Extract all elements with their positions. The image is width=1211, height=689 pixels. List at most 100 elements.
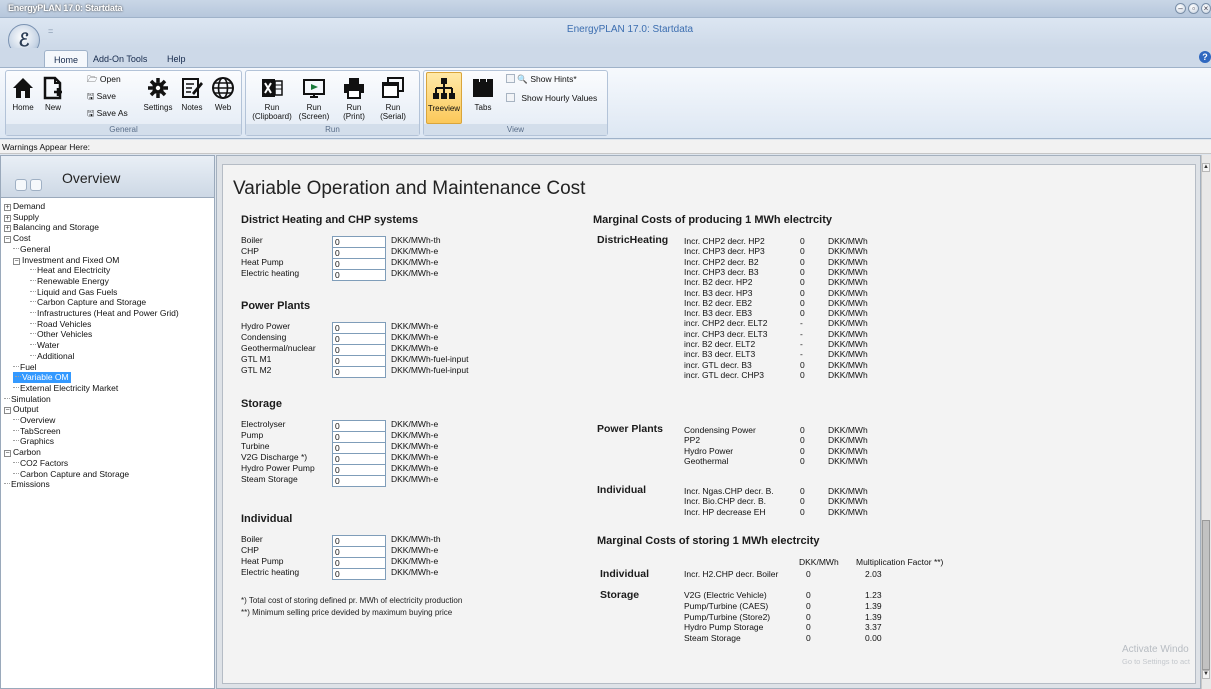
run-screen-button[interactable]: Run (Screen) <box>297 75 331 121</box>
value-input[interactable]: 0 <box>332 475 386 487</box>
activate-windows-subtext: Go to Settings to act <box>1122 657 1190 666</box>
tree-item[interactable]: − Investment and Fixed OM <box>13 255 119 266</box>
tree-item[interactable]: General <box>13 244 50 255</box>
marginal-store-heading: Marginal Costs of storing 1 MWh electrci… <box>597 535 820 547</box>
tree-item[interactable]: Liquid and Gas Fuels <box>30 287 117 298</box>
minimize-button[interactable]: – <box>1175 3 1186 14</box>
tree-item[interactable]: Simulation <box>4 394 51 405</box>
save-button[interactable]: 🖫 Save <box>87 91 116 105</box>
tree-item[interactable]: − Cost <box>4 233 30 244</box>
tree-connector <box>4 397 10 399</box>
tree-item[interactable]: Other Vehicles <box>30 329 92 340</box>
save-as-disk-icon: 🖫 <box>87 108 95 118</box>
store-row-value: 0 <box>806 633 811 644</box>
tree-item-label: Infrastructures (Heat and Power Grid) <box>37 308 179 318</box>
tree-item[interactable]: Graphics <box>13 436 54 447</box>
tree-item[interactable]: External Electricity Market <box>13 383 118 394</box>
tree-item[interactable]: Carbon Capture and Storage <box>30 297 146 308</box>
quick-access-customize[interactable]: = <box>48 26 53 36</box>
marginal-row-unit: DKK/MWh <box>828 287 868 298</box>
web-label: Web <box>214 103 232 112</box>
save-as-button[interactable]: 🖫 Save As <box>87 108 128 122</box>
value-input[interactable]: 0 <box>332 366 386 378</box>
tree-item[interactable]: Additional <box>30 351 74 362</box>
run-clipboard-button[interactable]: Run (Clipboard) <box>252 75 292 121</box>
tab-home[interactable]: Home <box>44 50 89 68</box>
help-icon[interactable]: ? <box>1199 51 1211 63</box>
tree-item[interactable]: + Demand <box>4 201 45 212</box>
tree-item[interactable]: Renewable Energy <box>30 276 109 287</box>
marginal-row-label: Incr. HP decrease EH <box>684 506 766 517</box>
treeview-icon <box>433 78 455 99</box>
tree-item[interactable]: Overview <box>13 415 55 426</box>
tree-item[interactable]: TabScreen <box>13 426 61 437</box>
settings-label: Settings <box>143 103 173 112</box>
value-input[interactable]: 0 <box>332 269 386 281</box>
marginal-row-value: 0 <box>800 246 805 257</box>
tabs-button[interactable]: Tabs <box>468 75 498 112</box>
tree-item[interactable]: − Output <box>4 404 39 415</box>
store-section-title: Individual <box>600 568 650 580</box>
serial-windows-icon <box>382 77 404 98</box>
home-button[interactable]: Home <box>10 75 36 112</box>
show-hourly-checkbox[interactable]: Show Hourly Values <box>506 93 597 103</box>
scroll-up-arrow-icon[interactable]: ▲ <box>1202 163 1210 172</box>
marginal-row-unit: DKK/MWh <box>828 236 868 246</box>
collapse-minus-icon[interactable]: − <box>4 450 11 458</box>
expand-plus-icon[interactable]: + <box>4 214 11 222</box>
value-input[interactable]: 0 <box>332 568 386 580</box>
tree-item[interactable]: Heat and Electricity <box>30 265 110 276</box>
collapse-minus-icon[interactable]: − <box>4 407 11 415</box>
tree-item[interactable]: + Balancing and Storage <box>4 222 99 233</box>
tree-item-label: Investment and Fixed OM <box>22 254 120 265</box>
close-button[interactable]: × <box>1201 3 1211 14</box>
web-button[interactable]: Web <box>210 75 236 112</box>
scrollbar-thumb[interactable] <box>1202 520 1210 670</box>
tree-item[interactable]: Fuel <box>13 362 37 373</box>
restore-button[interactable]: ▫ <box>1188 3 1199 14</box>
new-button[interactable]: New <box>40 75 66 112</box>
section-heading-st: Storage <box>241 398 282 410</box>
scroll-down-arrow-icon[interactable]: ▼ <box>1202 670 1210 679</box>
settings-button[interactable]: Settings <box>141 75 175 112</box>
field-label: Heat Pump <box>241 556 284 566</box>
open-button[interactable]: 🗁 Open <box>87 74 121 88</box>
home-icon <box>13 78 33 98</box>
run-print-button[interactable]: Run (Print) <box>338 75 370 121</box>
tree-item[interactable]: Variable OM <box>13 372 71 384</box>
tree-item[interactable]: Water <box>30 340 59 351</box>
treeview-button[interactable]: Treeview <box>426 72 462 124</box>
show-hints-checkbox[interactable]: 🔍 Show Hints* <box>506 74 577 85</box>
tree-item[interactable]: CO2 Factors <box>13 458 68 469</box>
tree-item[interactable]: − Carbon <box>4 447 41 458</box>
tree-item[interactable]: Carbon Capture and Storage <box>13 469 129 480</box>
expand-plus-icon[interactable]: + <box>4 204 11 211</box>
tree-item[interactable]: Emissions <box>4 479 50 490</box>
overview-expand-button[interactable] <box>30 179 42 191</box>
expand-plus-icon[interactable]: + <box>4 225 11 233</box>
store-row-label: Hydro Pump Storage <box>684 622 764 633</box>
store-row-label: Pump/Turbine (Store2) <box>684 611 771 622</box>
collapse-minus-icon[interactable]: − <box>13 257 20 265</box>
tree-item-label: Graphics <box>20 436 55 447</box>
show-hints-check-box[interactable] <box>506 74 515 83</box>
tree-item[interactable]: Infrastructures (Heat and Power Grid) <box>30 308 179 319</box>
marginal-row-label: PP2 <box>684 435 701 446</box>
collapse-minus-icon[interactable]: − <box>4 236 11 244</box>
tree-item-label: Carbon Capture and Storage <box>20 468 130 479</box>
tree-item-label: Renewable Energy <box>37 275 109 286</box>
run-serial-button[interactable]: Run (Serial) <box>376 75 410 121</box>
show-hourly-check-box[interactable] <box>506 93 515 102</box>
overview-collapse-button[interactable] <box>15 179 27 191</box>
tree-item[interactable]: Road Vehicles <box>30 319 91 330</box>
run-screen-label-2: (Screen) <box>298 112 330 121</box>
marginal-row-label: Condensing Power <box>684 425 756 435</box>
marginal-row-label: Incr. CHP2 decr. HP2 <box>684 236 765 246</box>
tree-item[interactable]: + Supply <box>4 212 39 223</box>
title-bar: EnergyPLAN 17.0: Startdata – ▫ × <box>0 0 1211 18</box>
tab-help[interactable]: Help <box>158 50 195 68</box>
marginal-row-unit: DKK/MWh <box>828 486 868 496</box>
tab-add-on-tools[interactable]: Add-On Tools <box>84 50 156 68</box>
notes-button[interactable]: Notes <box>178 75 206 112</box>
unit-label: DKK/MWh-e <box>391 463 439 473</box>
